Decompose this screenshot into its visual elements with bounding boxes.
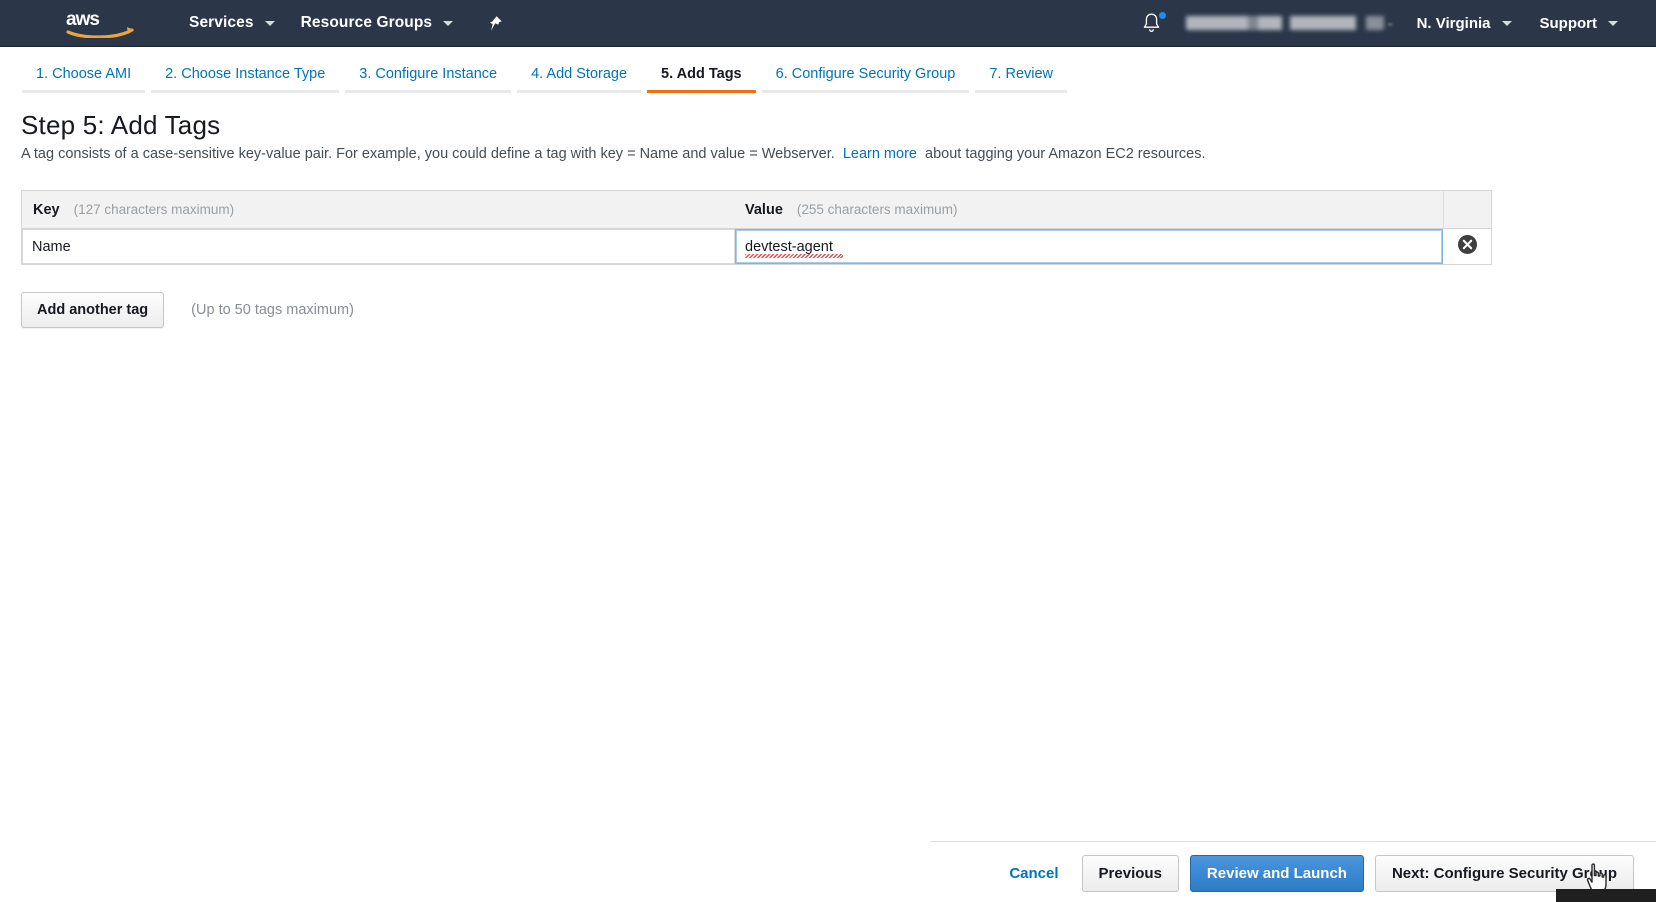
support-menu[interactable]: Support	[1526, 0, 1633, 47]
notification-badge-dot	[1158, 11, 1167, 20]
tag-key-input[interactable]	[22, 229, 735, 264]
learn-more-link[interactable]: Learn more	[843, 146, 917, 162]
remove-circle-icon[interactable]	[1457, 234, 1478, 260]
key-header-hint: (127 characters maximum)	[74, 202, 235, 217]
region-label: N. Virginia	[1417, 15, 1491, 32]
chevron-down-icon	[265, 21, 275, 26]
nav-right-group: - N. Virginia Support	[1125, 0, 1656, 46]
value-header-hint: (255 characters maximum)	[797, 202, 958, 217]
notifications-bell-button[interactable]	[1125, 0, 1178, 47]
page-description-after: about tagging your Amazon EC2 resources.	[925, 146, 1206, 162]
footer-divider	[930, 841, 1656, 842]
wizard-step-5[interactable]: 5. Add Tags	[647, 67, 756, 94]
pushpin-icon[interactable]	[466, 0, 525, 47]
account-separator: -	[1388, 15, 1393, 31]
taskbar-edge	[1556, 889, 1656, 902]
add-another-tag-button[interactable]: Add another tag	[21, 292, 164, 328]
add-tag-hint: (Up to 50 tags maximum)	[191, 302, 354, 318]
nav-resource-groups-label: Resource Groups	[301, 14, 433, 32]
nav-services-menu[interactable]: Services	[176, 0, 288, 47]
tags-table-header: Key (127 characters maximum) Value (255 …	[22, 191, 1491, 229]
cancel-link[interactable]: Cancel	[1009, 865, 1058, 882]
wizard-step-6[interactable]: 6. Configure Security Group	[762, 67, 970, 94]
tag-value-input[interactable]	[735, 229, 1443, 264]
chevron-down-icon	[443, 21, 453, 26]
actions-column-header	[1443, 191, 1491, 229]
nav-left-group: aws Services Resource Groups	[0, 0, 525, 46]
support-label: Support	[1540, 15, 1598, 32]
wizard-step-7[interactable]: 7. Review	[975, 67, 1067, 94]
region-selector[interactable]: N. Virginia	[1403, 0, 1526, 47]
wizard-step-1[interactable]: 1. Choose AMI	[22, 67, 145, 94]
chevron-down-icon	[1608, 21, 1618, 26]
wizard-footer-actions: Cancel Previous Review and Launch Next: …	[0, 855, 1656, 892]
next-configure-security-group-button[interactable]: Next: Configure Security Group	[1375, 855, 1634, 892]
value-header-label: Value	[745, 202, 783, 218]
wizard-step-2[interactable]: 2. Choose Instance Type	[151, 67, 339, 94]
top-navigation-bar: aws Services Resource Groups	[0, 0, 1656, 47]
table-row	[22, 229, 1491, 264]
add-tag-row: Add another tag (Up to 50 tags maximum)	[21, 292, 354, 328]
page-title: Step 5: Add Tags	[21, 110, 220, 141]
page-description: A tag consists of a case-sensitive key-v…	[21, 146, 1206, 162]
tag-value-cell	[735, 229, 1443, 264]
chevron-down-icon	[1502, 21, 1512, 26]
wizard-step-tabs: 1. Choose AMI 2. Choose Instance Type 3.…	[0, 47, 1656, 93]
key-header-label: Key	[33, 202, 60, 218]
previous-button[interactable]: Previous	[1082, 855, 1179, 892]
value-column-header: Value (255 characters maximum)	[735, 202, 1443, 218]
account-name-redacted[interactable]	[1186, 16, 1384, 30]
wizard-step-4[interactable]: 4. Add Storage	[517, 67, 641, 94]
nav-resource-groups-menu[interactable]: Resource Groups	[288, 0, 467, 47]
review-and-launch-button[interactable]: Review and Launch	[1190, 855, 1364, 892]
page-description-before: A tag consists of a case-sensitive key-v…	[21, 146, 835, 162]
aws-logo[interactable]: aws	[62, 0, 140, 47]
tags-table: Key (127 characters maximum) Value (255 …	[21, 190, 1492, 265]
key-column-header: Key (127 characters maximum)	[22, 202, 735, 218]
aws-ec2-launch-wizard-page: aws Services Resource Groups	[0, 0, 1656, 902]
tag-delete-cell	[1443, 229, 1491, 264]
svg-text:aws: aws	[66, 9, 99, 30]
nav-services-label: Services	[189, 14, 254, 32]
wizard-step-3[interactable]: 3. Configure Instance	[345, 67, 511, 94]
tag-key-cell	[22, 229, 735, 264]
